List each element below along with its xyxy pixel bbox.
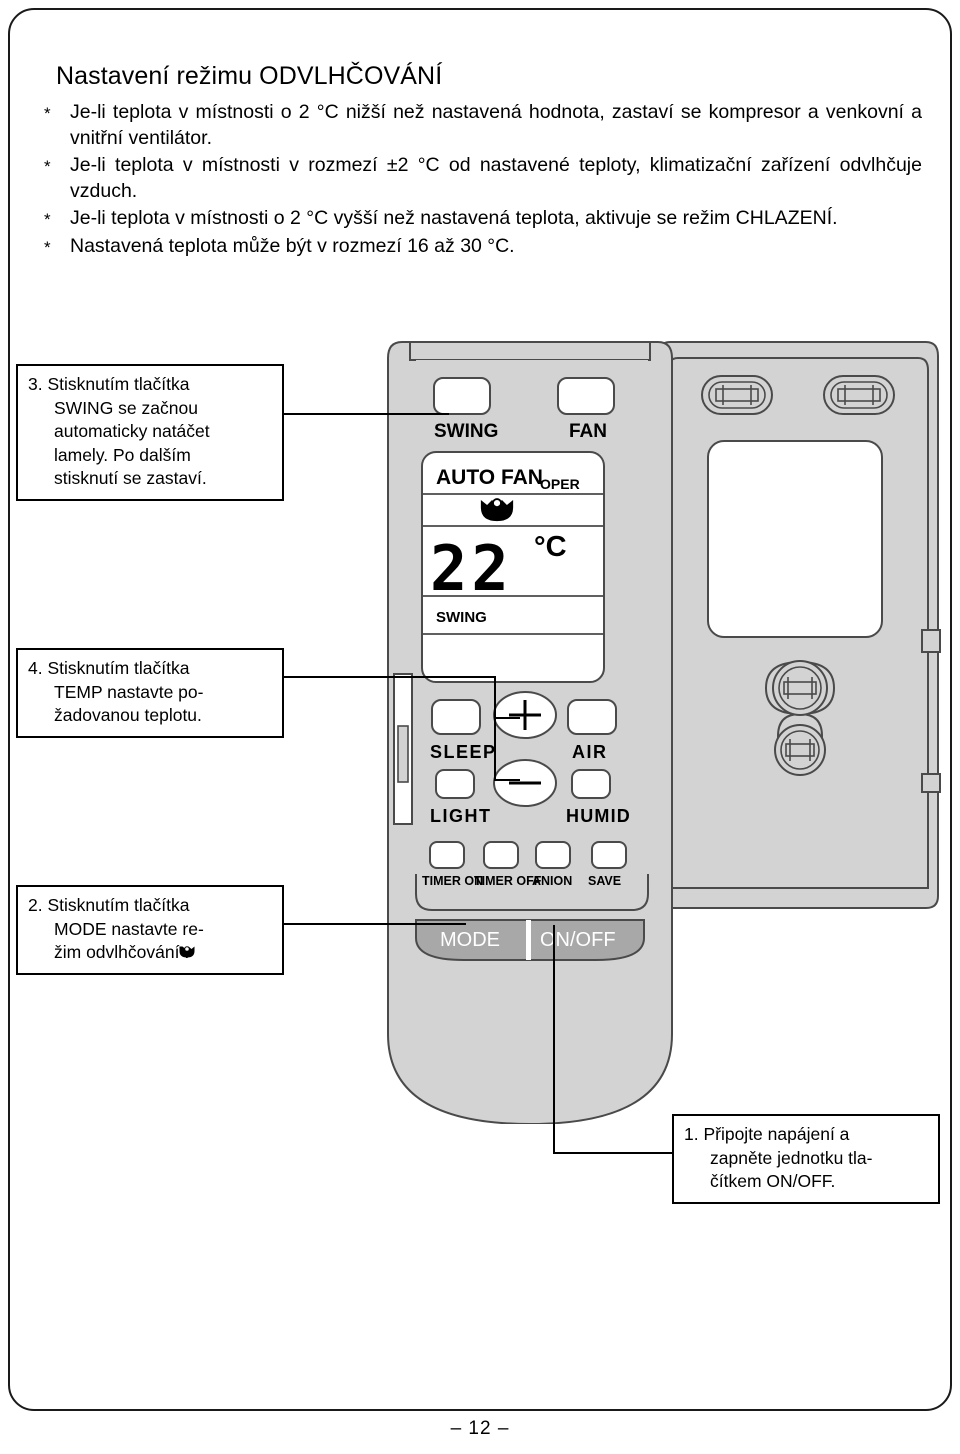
callout-step3-line1: 3. Stisknutím tlačítka: [28, 374, 190, 394]
callout-step2-line1: 2. Stisknutím tlačítka: [28, 895, 190, 915]
fan-button[interactable]: [557, 377, 615, 415]
leader-line-step4-h2: [494, 717, 520, 719]
leader-line-step4-v: [494, 676, 496, 781]
callout-step4-line2: TEMP nastavte po-: [54, 681, 204, 702]
lcd-degree-unit: °C: [534, 531, 567, 563]
bullet-item: * Je-li teplota v místnosti o 2 °C nižší…: [42, 100, 922, 151]
save-button[interactable]: [591, 841, 627, 869]
callout-step3-line4: lamely. Po dalším: [54, 444, 191, 465]
cover-window: [707, 440, 883, 638]
callout-step1-line2: zapněte jednotku tla-: [710, 1147, 873, 1168]
timer-off-button[interactable]: [483, 841, 519, 869]
callout-step2: 2. Stisknutím tlačítka MODE nastavte re-…: [16, 885, 284, 975]
remote-control: SWING FAN AUTO FAN OPER 22 °C SWING SLEE…: [387, 341, 673, 1124]
anion-button-label: ANION: [532, 874, 572, 888]
light-button[interactable]: [435, 769, 475, 799]
bullet-text: Nastavená teplota může být v rozmezí 16 …: [70, 234, 515, 257]
lcd-temperature: 22: [430, 532, 513, 605]
humid-button-label: HUMID: [566, 806, 631, 826]
remote-flip-cover: [652, 341, 941, 909]
mode-button-label: MODE: [440, 929, 500, 951]
fan-button-label: FAN: [569, 421, 607, 442]
callout-step3-line5: stisknutí se zastaví.: [54, 468, 207, 488]
callout-step2-line3: žim odvlhčování .: [54, 942, 190, 962]
leader-line-step1-v: [553, 925, 555, 1153]
leader-line-step4-h1: [284, 676, 496, 678]
swing-button-label: SWING: [434, 421, 498, 442]
leader-line-step1-h: [553, 1152, 673, 1154]
lcd-display: AUTO FAN OPER 22 °C SWING: [421, 451, 605, 683]
light-button-label: LIGHT: [430, 806, 492, 826]
sleep-button[interactable]: [431, 699, 481, 735]
cover-slot-left-icon: [701, 375, 773, 415]
bullet-star-icon: *: [44, 104, 51, 123]
cover-slot-right-icon: [823, 375, 895, 415]
sleep-button-label: SLEEP: [430, 742, 497, 762]
callout-step4-line1: 4. Stisknutím tlačítka: [28, 658, 190, 678]
page-number: – 12 –: [450, 1418, 510, 1439]
lcd-swing-indicator: SWING: [436, 609, 487, 626]
lcd-oper-indicator: OPER: [540, 476, 580, 492]
bullet-star-icon: *: [44, 237, 51, 257]
callout-step4: 4. Stisknutím tlačítka TEMP nastavte po-…: [16, 648, 284, 738]
lcd-fan-mode: AUTO FAN: [436, 466, 543, 489]
bullet-item: * Je-li teplota v místnosti v rozmezí ±2…: [42, 153, 922, 204]
save-button-label: SAVE: [588, 874, 621, 888]
leader-line-step2-mode: [284, 923, 466, 925]
page-title: Nastavení režimu ODVLHČOVÁNÍ: [56, 62, 443, 90]
leader-line-step3: [284, 413, 449, 415]
callout-step1-line1: 1. Připojte napájení a: [684, 1124, 850, 1144]
humid-button[interactable]: [571, 769, 611, 799]
bullet-star-icon: *: [44, 210, 51, 229]
callout-step4-line3: žadovanou teplotu.: [54, 705, 202, 725]
callout-step2-line2: MODE nastavte re-: [54, 918, 204, 939]
leader-line-step4-h3: [494, 779, 520, 781]
callout-step1: 1. Připojte napájení a zapněte jednotku …: [672, 1114, 940, 1204]
bullet-item: * Nastavená teplota může být v rozmezí 1…: [42, 234, 922, 260]
bullet-text: Je-li teplota v místnosti o 2 °C nižší n…: [70, 101, 922, 149]
anion-button[interactable]: [535, 841, 571, 869]
dehumidify-icon: [179, 946, 195, 958]
bullet-item: * Je-li teplota v místnosti o 2 °C vyšší…: [42, 206, 922, 232]
bullet-text: Je-li teplota v místnosti o 2 °C vyšší n…: [70, 207, 838, 229]
remote-side-tab: [397, 725, 409, 783]
mode-onoff-bar: MODE ON/OFF: [415, 919, 645, 961]
bullet-star-icon: *: [44, 157, 51, 176]
callout-step1-line3: čítkem ON/OFF.: [710, 1171, 836, 1191]
air-button-label: AIR: [572, 742, 608, 762]
callout-step3-line2: SWING se začnou: [54, 397, 198, 418]
callout-step3-line3: automaticky natáčet: [54, 421, 210, 441]
air-button[interactable]: [567, 699, 617, 735]
onoff-button-label: ON/OFF: [540, 929, 616, 951]
timer-on-button[interactable]: [429, 841, 465, 869]
intro-section: Nastavení režimu ODVLHČOVÁNÍ * Je-li tep…: [42, 62, 922, 261]
bullet-text: Je-li teplota v místnosti v rozmezí ±2 °…: [70, 154, 922, 202]
swing-button[interactable]: [433, 377, 491, 415]
callout-step3: 3. Stisknutím tlačítka SWING se začnou a…: [16, 364, 284, 501]
